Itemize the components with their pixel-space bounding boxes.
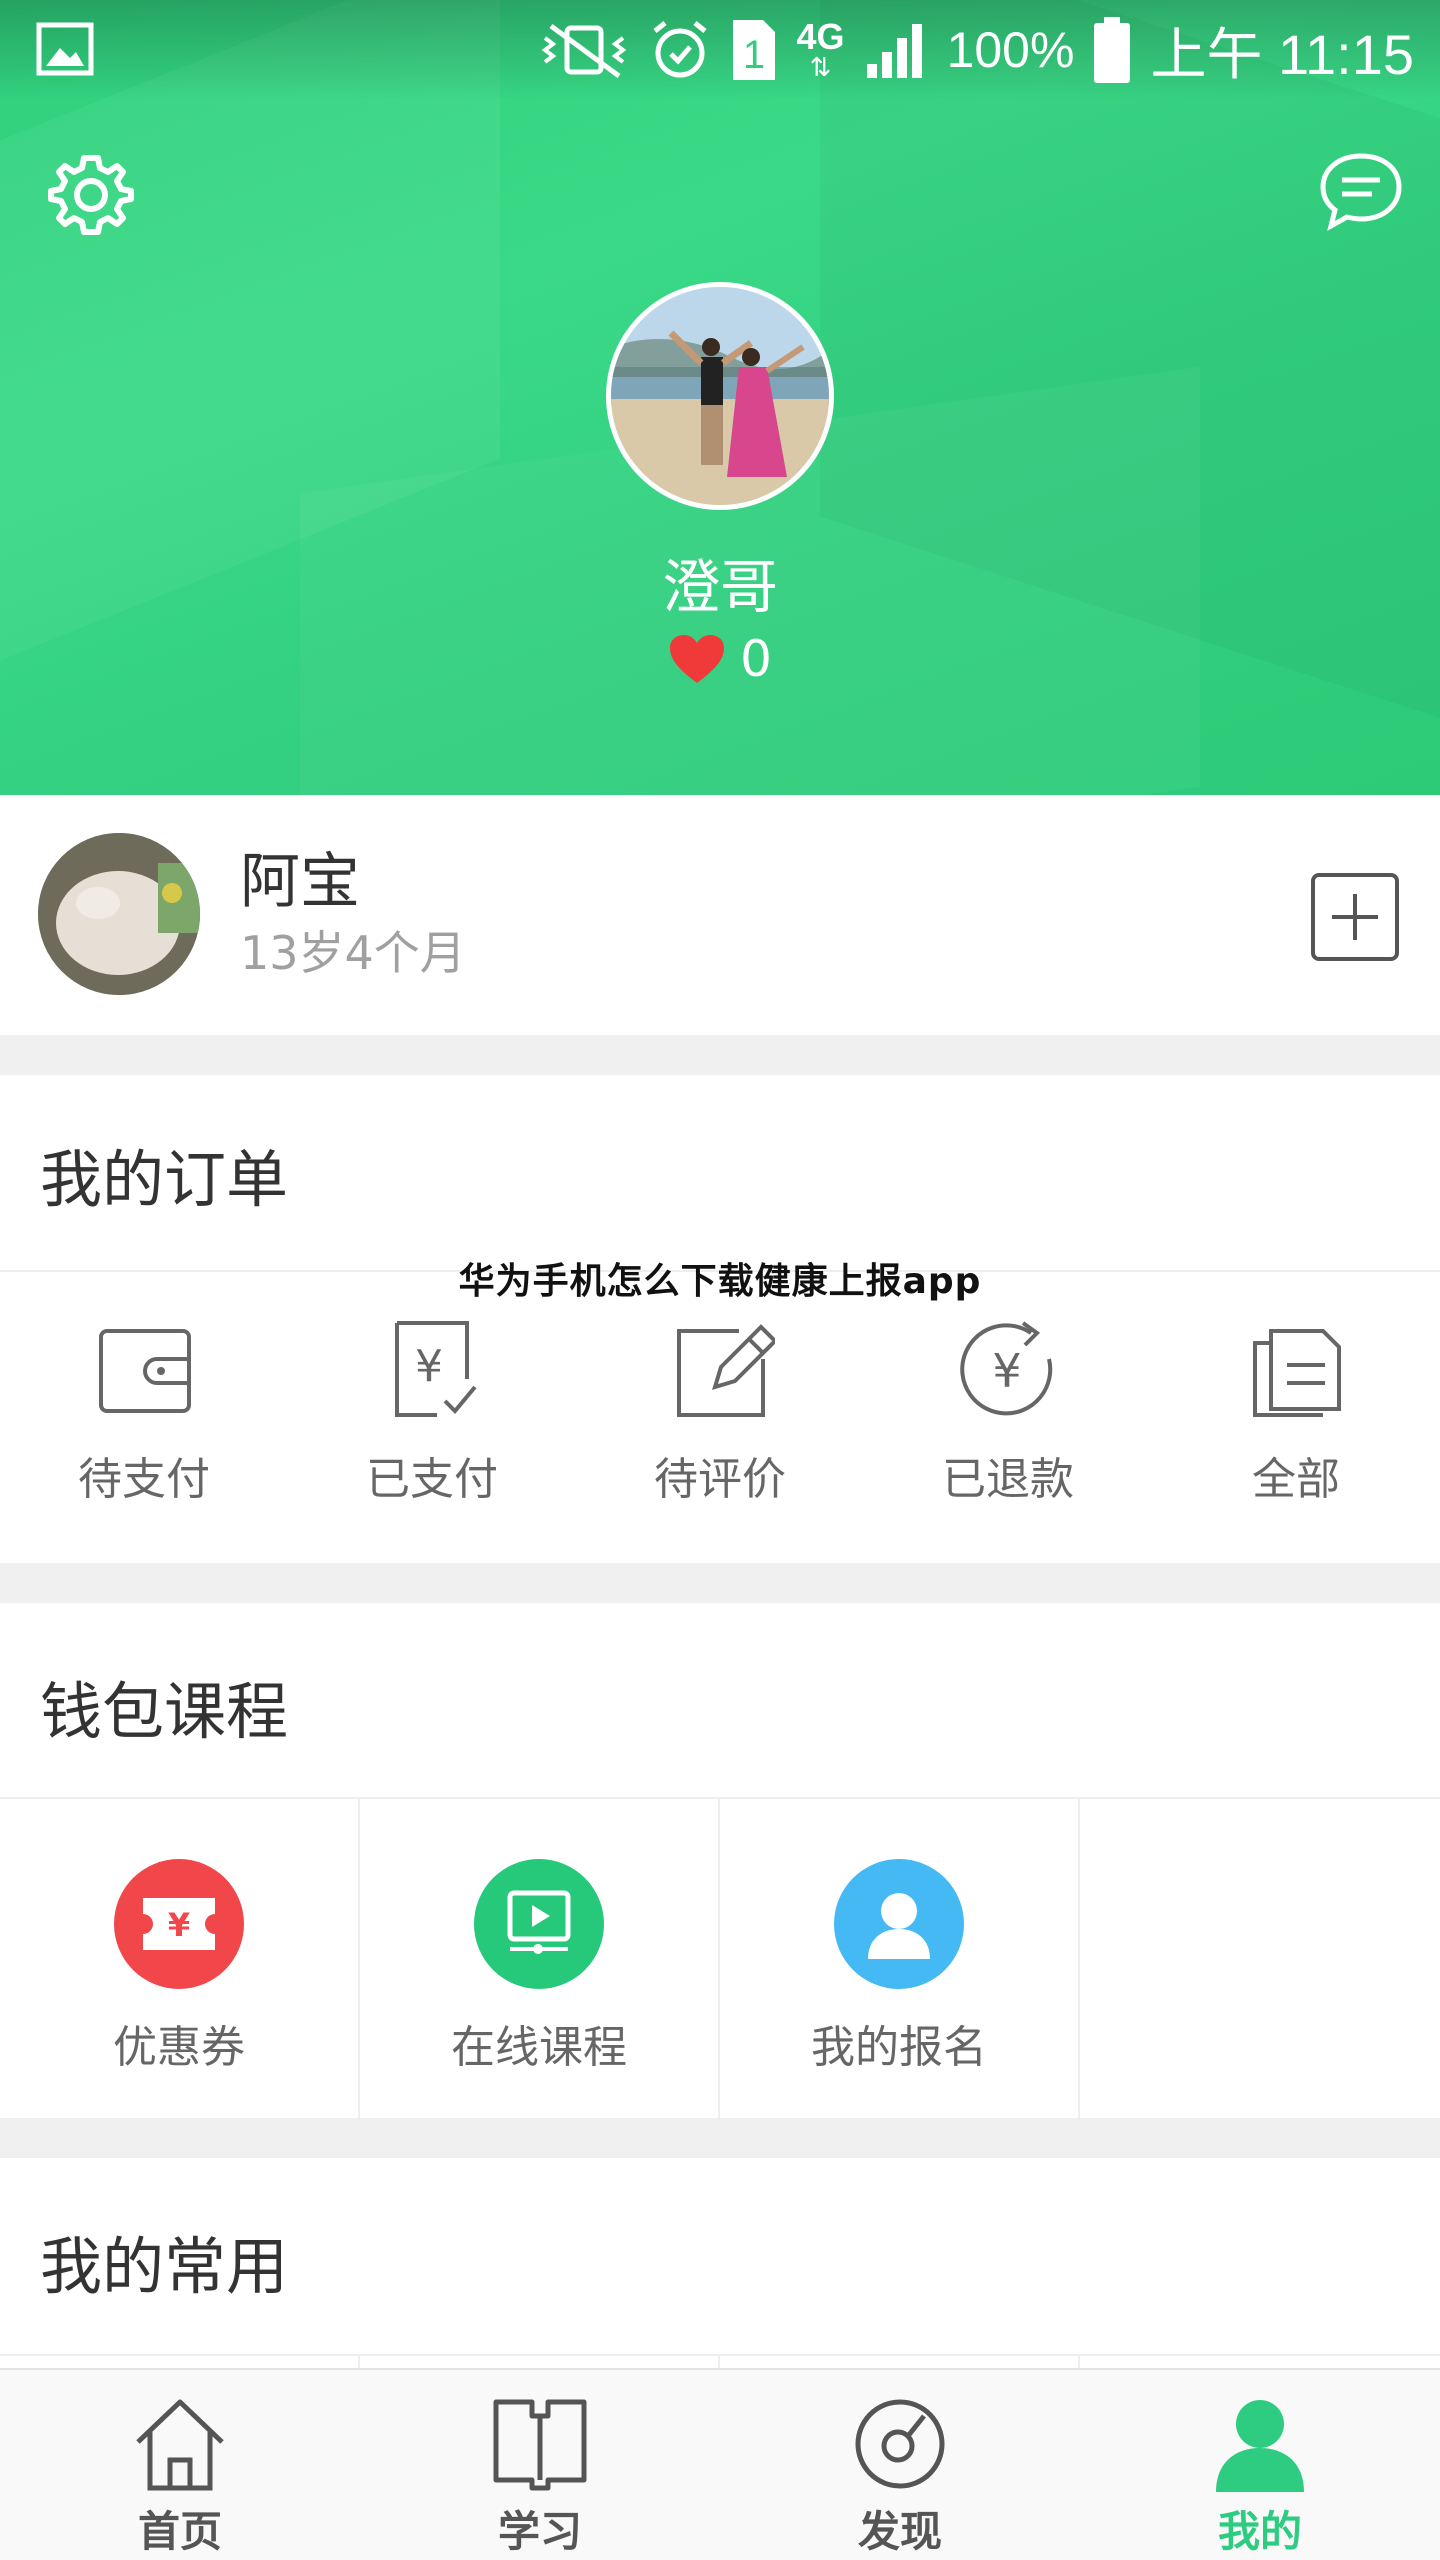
registration-icon bbox=[834, 1859, 964, 1989]
order-pending-payment-label: 待支付 bbox=[78, 1454, 210, 1505]
my-common-title: 我的常用 bbox=[40, 2230, 289, 2303]
username: 澄哥 bbox=[661, 553, 778, 621]
bottom-navigation: 首页 学习 发现 我的 bbox=[0, 2368, 1440, 2560]
refund-icon: ¥ bbox=[960, 1321, 1053, 1416]
profile-page: 1 4G ⇅ 100% 上午 11:15 澄哥 0 阿宝 13岁4个月 我的订单… bbox=[0, 0, 1440, 2560]
status-bar: 1 4G ⇅ 100% 上午 11:15 bbox=[0, 0, 1440, 100]
svg-text:1: 1 bbox=[742, 33, 764, 77]
my-orders-title: 我的订单 bbox=[40, 1143, 289, 1216]
heart-icon bbox=[670, 635, 725, 683]
order-pending-review-label: 待评价 bbox=[654, 1454, 786, 1505]
registration-entry[interactable]: 我的报名 bbox=[720, 1799, 1080, 2120]
nav-discover[interactable]: 发现 bbox=[720, 2370, 1080, 2560]
registration-label: 我的报名 bbox=[811, 2022, 987, 2073]
alarm-icon bbox=[652, 21, 707, 78]
battery-percentage: 100% bbox=[946, 22, 1075, 78]
all-orders-icon bbox=[1253, 1329, 1341, 1417]
child-age: 13岁4个月 bbox=[240, 926, 466, 980]
paid-receipt-icon: ¥ bbox=[395, 1321, 477, 1417]
nav-study[interactable]: 学习 bbox=[360, 2370, 720, 2560]
clock: 上午 11:15 bbox=[1150, 22, 1414, 86]
vibrate-mute-icon bbox=[541, 23, 626, 79]
signal-icon bbox=[866, 24, 922, 78]
order-pending-payment[interactable]: 待支付 bbox=[0, 1315, 288, 1515]
child-profile-row[interactable]: 阿宝 13岁4个月 bbox=[0, 795, 1440, 1035]
sim-card-icon: 1 bbox=[732, 20, 775, 80]
likes-counter[interactable]: 0 bbox=[0, 630, 1440, 688]
order-all[interactable]: 全部 bbox=[1152, 1315, 1440, 1515]
child-avatar bbox=[38, 833, 200, 995]
profile-icon bbox=[1216, 2400, 1304, 2492]
my-orders-section: 我的订单 待支付 ¥ 已支付 待评价 ¥ 已退款 全部 bbox=[0, 1075, 1440, 1563]
watermark-title: 华为手机怎么下载健康上报app bbox=[458, 1261, 982, 1302]
order-refunded-label: 已退款 bbox=[942, 1454, 1074, 1505]
svg-text:¥: ¥ bbox=[168, 1906, 190, 1944]
coupon-icon: ¥ bbox=[114, 1859, 244, 1989]
order-all-label: 全部 bbox=[1252, 1454, 1340, 1505]
coupon-label: 优惠券 bbox=[113, 2022, 245, 2073]
nav-home[interactable]: 首页 bbox=[0, 2370, 360, 2560]
nav-mine[interactable]: 我的 bbox=[1080, 2370, 1440, 2560]
profile-header: 1 4G ⇅ 100% 上午 11:15 澄哥 0 bbox=[0, 0, 1440, 795]
empty-grid-cell bbox=[1080, 1799, 1440, 2120]
wallet-courses-section: 钱包课程 ¥ 优惠券 在线课程 我的报名 bbox=[0, 1603, 1440, 2120]
order-paid[interactable]: ¥ 已支付 bbox=[288, 1315, 576, 1515]
home-icon bbox=[136, 2399, 224, 2491]
user-avatar[interactable] bbox=[606, 282, 834, 510]
message-chat-icon[interactable] bbox=[1318, 150, 1404, 232]
nav-discover-label: 发现 bbox=[857, 2507, 942, 2556]
order-paid-label: 已支付 bbox=[366, 1454, 498, 1505]
nav-mine-label: 我的 bbox=[1217, 2507, 1302, 2556]
wallet-icon bbox=[99, 1329, 191, 1413]
nav-study-label: 学习 bbox=[497, 2507, 582, 2556]
child-name: 阿宝 bbox=[240, 847, 360, 917]
discover-icon bbox=[855, 2399, 945, 2489]
online-course-label: 在线课程 bbox=[451, 2022, 627, 2073]
coupon-entry[interactable]: ¥ 优惠券 bbox=[0, 1799, 360, 2120]
network-indicator: 4G ⇅ bbox=[796, 16, 845, 83]
order-refunded[interactable]: ¥ 已退款 bbox=[864, 1315, 1152, 1515]
online-course-icon bbox=[474, 1859, 604, 1989]
settings-gear-icon[interactable] bbox=[46, 150, 136, 240]
svg-text:¥: ¥ bbox=[992, 1344, 1021, 1398]
nav-home-label: 首页 bbox=[137, 2507, 222, 2556]
svg-text:¥: ¥ bbox=[415, 1341, 443, 1392]
likes-count: 0 bbox=[740, 630, 772, 688]
wallet-courses-title: 钱包课程 bbox=[40, 1675, 289, 1748]
online-course-entry[interactable]: 在线课程 bbox=[360, 1799, 720, 2120]
gallery-notification-icon bbox=[36, 22, 94, 76]
book-icon bbox=[493, 2399, 587, 2491]
edit-review-icon bbox=[677, 1324, 775, 1417]
add-child-icon[interactable] bbox=[1310, 872, 1400, 962]
battery-icon bbox=[1094, 17, 1131, 83]
order-pending-review[interactable]: 待评价 bbox=[576, 1315, 864, 1515]
